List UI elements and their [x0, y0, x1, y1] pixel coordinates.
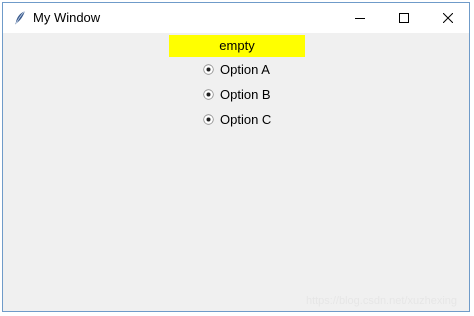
- feather-icon: [12, 10, 28, 26]
- minimize-icon: [355, 18, 365, 19]
- close-icon: [443, 13, 453, 23]
- radio-icon[interactable]: [203, 113, 214, 125]
- maximize-button[interactable]: [382, 3, 426, 33]
- close-button[interactable]: [426, 3, 470, 33]
- radio-label: Option C: [220, 111, 272, 127]
- radio-icon[interactable]: [203, 63, 214, 75]
- radio-option-b[interactable]: Option B: [203, 84, 271, 104]
- radio-label: Option B: [220, 86, 271, 102]
- title-bar[interactable]: My Window: [3, 3, 469, 33]
- radio-icon[interactable]: [203, 88, 214, 100]
- watermark: https://blog.csdn.net/xuzhexing: [305, 295, 457, 307]
- status-label: empty: [169, 35, 305, 57]
- maximize-icon: [399, 13, 409, 23]
- window-content: empty Option A Option B Option C https:/…: [3, 33, 469, 311]
- minimize-button[interactable]: [338, 3, 382, 33]
- window-title: My Window: [33, 10, 101, 25]
- radio-label: Option A: [220, 61, 270, 77]
- app-window: My Window empty Option A Option B Option…: [2, 2, 470, 312]
- radio-option-c[interactable]: Option C: [203, 109, 271, 129]
- radio-option-a[interactable]: Option A: [203, 59, 270, 79]
